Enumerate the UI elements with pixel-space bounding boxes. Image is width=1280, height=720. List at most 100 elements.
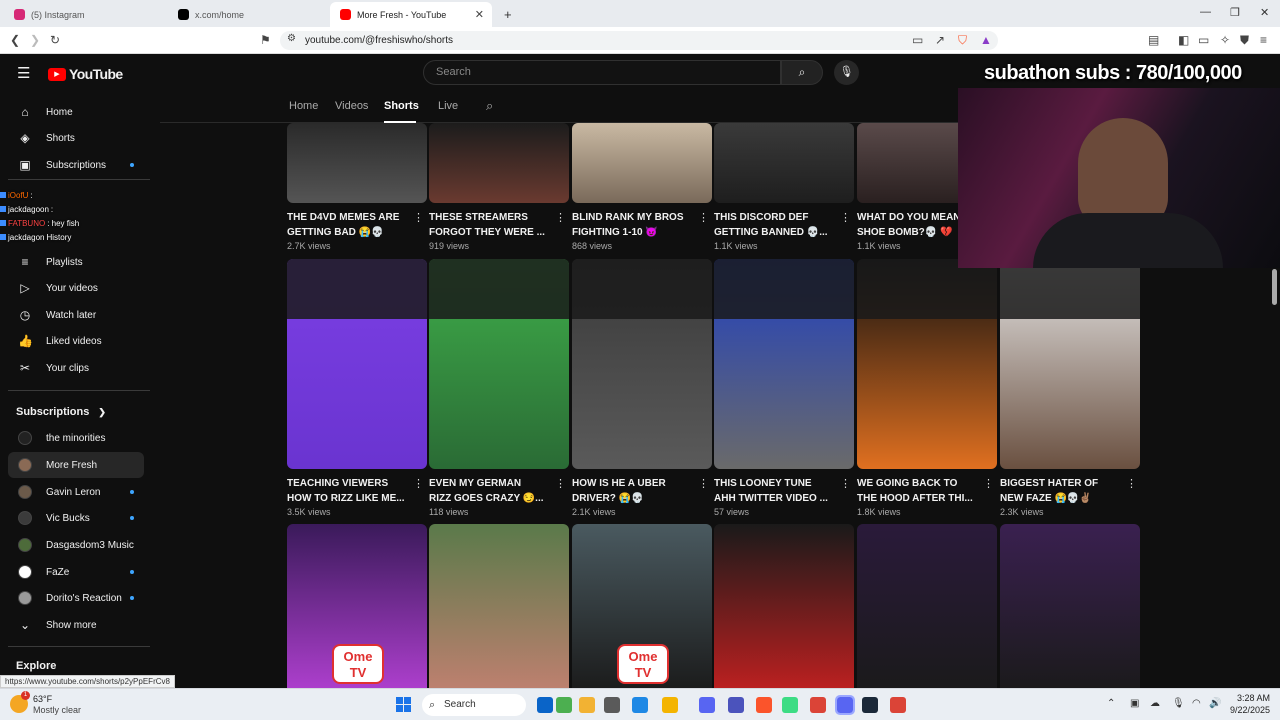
volume-icon[interactable]: 🔊 [1209, 698, 1221, 709]
photos-icon[interactable] [632, 697, 648, 713]
tab-home[interactable]: Home [289, 100, 318, 112]
short-title[interactable]: THIS LOONEY TUNE AHH TWITTER VIDEO ... [714, 476, 842, 506]
android-icon[interactable] [782, 697, 798, 713]
minimize-icon[interactable]: — [1200, 6, 1211, 18]
sidebar-item-your-clips[interactable]: ✂ Your clips [8, 355, 144, 381]
tab-shorts[interactable]: Shorts [384, 100, 419, 112]
short-thumbnail[interactable] [714, 259, 854, 469]
short-thumbnail[interactable] [714, 524, 854, 688]
clock-date[interactable]: 9/22/2025 [1222, 705, 1270, 715]
teams-icon[interactable] [728, 697, 744, 713]
ai-icon[interactable]: ✧ [1220, 33, 1230, 47]
short-title[interactable]: THIS DISCORD DEF GETTING BANNED 💀... [714, 210, 842, 240]
short-thumbnail[interactable]: Ome TV [287, 524, 427, 688]
short-title[interactable]: WE GOING BACK TO THE HOOD AFTER THI... [857, 476, 985, 506]
short-title[interactable]: BLIND RANK MY BROS FIGHTING 1-10 😈 [572, 210, 700, 240]
folder-icon[interactable] [662, 697, 678, 713]
scrollbar-thumb[interactable] [1272, 269, 1277, 305]
short-thumbnail[interactable] [857, 259, 997, 469]
sidebar-toggle-icon[interactable]: ◧ [1178, 33, 1189, 47]
vpn-icon[interactable]: ⛊ [1240, 33, 1249, 48]
steam-icon[interactable] [862, 697, 878, 713]
menu-icon[interactable]: ≡ [1260, 33, 1267, 47]
tray-app-icon[interactable]: ▣ [1130, 698, 1139, 709]
sidebar-channel[interactable]: More Fresh [8, 452, 144, 478]
tray-chevron-icon[interactable]: ⌃ [1107, 698, 1115, 709]
more-options-icon[interactable]: ⋮ [840, 211, 851, 224]
clock-time[interactable]: 3:28 AM [1230, 693, 1270, 703]
sidebar-item-your-videos[interactable]: ▷ Your videos [8, 275, 144, 301]
youtube-logo[interactable]: ▶ YouTube [48, 66, 123, 82]
more-options-icon[interactable]: ⋮ [698, 211, 709, 224]
short-thumbnail[interactable] [572, 123, 712, 203]
more-options-icon[interactable]: ⋮ [1126, 477, 1137, 490]
short-thumbnail[interactable] [714, 123, 854, 203]
more-options-icon[interactable]: ⋮ [698, 477, 709, 490]
short-thumbnail[interactable] [1000, 524, 1140, 688]
sidebar-channel[interactable]: Gavin Leron [8, 479, 144, 505]
reader-icon[interactable]: ▤ [1148, 33, 1159, 47]
windows-start-icon[interactable] [396, 697, 412, 713]
sidebar-item-subscriptions[interactable]: ▣ Subscriptions [8, 152, 144, 178]
tab-videos[interactable]: Videos [335, 100, 368, 112]
bookmark-icon[interactable]: ⚑ [260, 33, 271, 47]
brave-icon[interactable] [756, 697, 772, 713]
share-icon[interactable]: ↗ [935, 33, 945, 47]
tab-x[interactable]: x.com/home [168, 2, 330, 27]
sidebar-item-watch-later[interactable]: ◷ Watch later [8, 302, 144, 328]
taskbar-search[interactable]: ⌕ Search [422, 694, 526, 716]
search-input[interactable]: Search [423, 60, 781, 85]
short-title[interactable]: TEACHING VIEWERS HOW TO RIZZ LIKE ME... [287, 476, 415, 506]
edge-copilot-icon[interactable] [537, 697, 553, 713]
short-title[interactable]: EVEN MY GERMAN RIZZ GOES CRAZY 😏... [429, 476, 557, 506]
more-options-icon[interactable]: ⋮ [983, 477, 994, 490]
voice-search-button[interactable]: 🎙 [834, 60, 859, 85]
short-thumbnail[interactable] [429, 524, 569, 688]
task-view-icon[interactable] [604, 697, 620, 713]
restore-icon[interactable]: ❐ [1230, 6, 1240, 19]
short-thumbnail[interactable] [857, 524, 997, 688]
tab-instagram[interactable]: (5) Instagram [4, 2, 170, 27]
rewards-icon[interactable]: ▲ [980, 33, 992, 47]
back-icon[interactable]: ❮ [10, 33, 20, 47]
short-title[interactable]: BIGGEST HATER OF NEW FAZE 😭💀✌🏽 [1000, 476, 1128, 506]
sidebar-item-playlists[interactable]: ≡ Playlists [8, 249, 144, 275]
sidebar-item-home[interactable]: ⌂ Home [8, 99, 144, 125]
sidebar-item-shorts[interactable]: ◈ Shorts [8, 125, 144, 151]
short-thumbnail[interactable] [287, 259, 427, 469]
chrome-profile-icon[interactable] [890, 697, 906, 713]
hamburger-icon[interactable]: ☰ [17, 64, 30, 82]
sidebar-channel[interactable]: Dorito's Reaction [8, 585, 144, 611]
subscriptions-heading[interactable]: Subscriptions ❯ [16, 406, 106, 418]
short-thumbnail[interactable] [287, 123, 427, 203]
more-options-icon[interactable]: ⋮ [555, 477, 566, 490]
sidebar-channel[interactable]: the minorities [8, 425, 144, 451]
wifi-icon[interactable]: ◠ [1192, 698, 1201, 709]
store-icon[interactable] [699, 697, 715, 713]
more-options-icon[interactable]: ⋮ [413, 211, 424, 224]
widgets-icon[interactable] [556, 697, 572, 713]
brave-shield-icon[interactable]: ⛉ [958, 33, 967, 48]
tab-youtube[interactable]: More Fresh - YouTube ✕ [330, 2, 492, 27]
short-thumbnail[interactable] [1000, 259, 1140, 469]
show-more-button[interactable]: ⌄ Show more [8, 612, 144, 638]
tab-live[interactable]: Live [438, 100, 458, 112]
short-thumbnail[interactable] [429, 259, 569, 469]
channel-search-icon[interactable]: ⌕ [486, 98, 493, 114]
close-tab-icon[interactable]: ✕ [475, 8, 484, 21]
short-title[interactable]: HOW IS HE A UBER DRIVER? 😭💀 [572, 476, 700, 506]
more-options-icon[interactable]: ⋮ [413, 477, 424, 490]
file-explorer-icon[interactable] [579, 697, 595, 713]
site-info-icon[interactable]: ⚙ [287, 33, 296, 44]
new-tab-button[interactable]: + [494, 2, 522, 27]
more-options-icon[interactable]: ⋮ [555, 211, 566, 224]
mic-icon[interactable]: 🎙 [1172, 698, 1185, 709]
sidebar-item-liked-videos[interactable]: 👍 Liked videos [8, 328, 144, 354]
sidebar-channel[interactable]: Vic Bucks [8, 505, 144, 531]
discord-icon[interactable] [835, 695, 855, 715]
wallet-icon[interactable]: ▭ [1198, 33, 1209, 47]
chrome-icon[interactable] [810, 697, 826, 713]
short-thumbnail[interactable] [429, 123, 569, 203]
sidebar-channel[interactable]: Dasgasdom3 Music [8, 532, 144, 558]
close-window-icon[interactable]: ✕ [1260, 6, 1269, 19]
